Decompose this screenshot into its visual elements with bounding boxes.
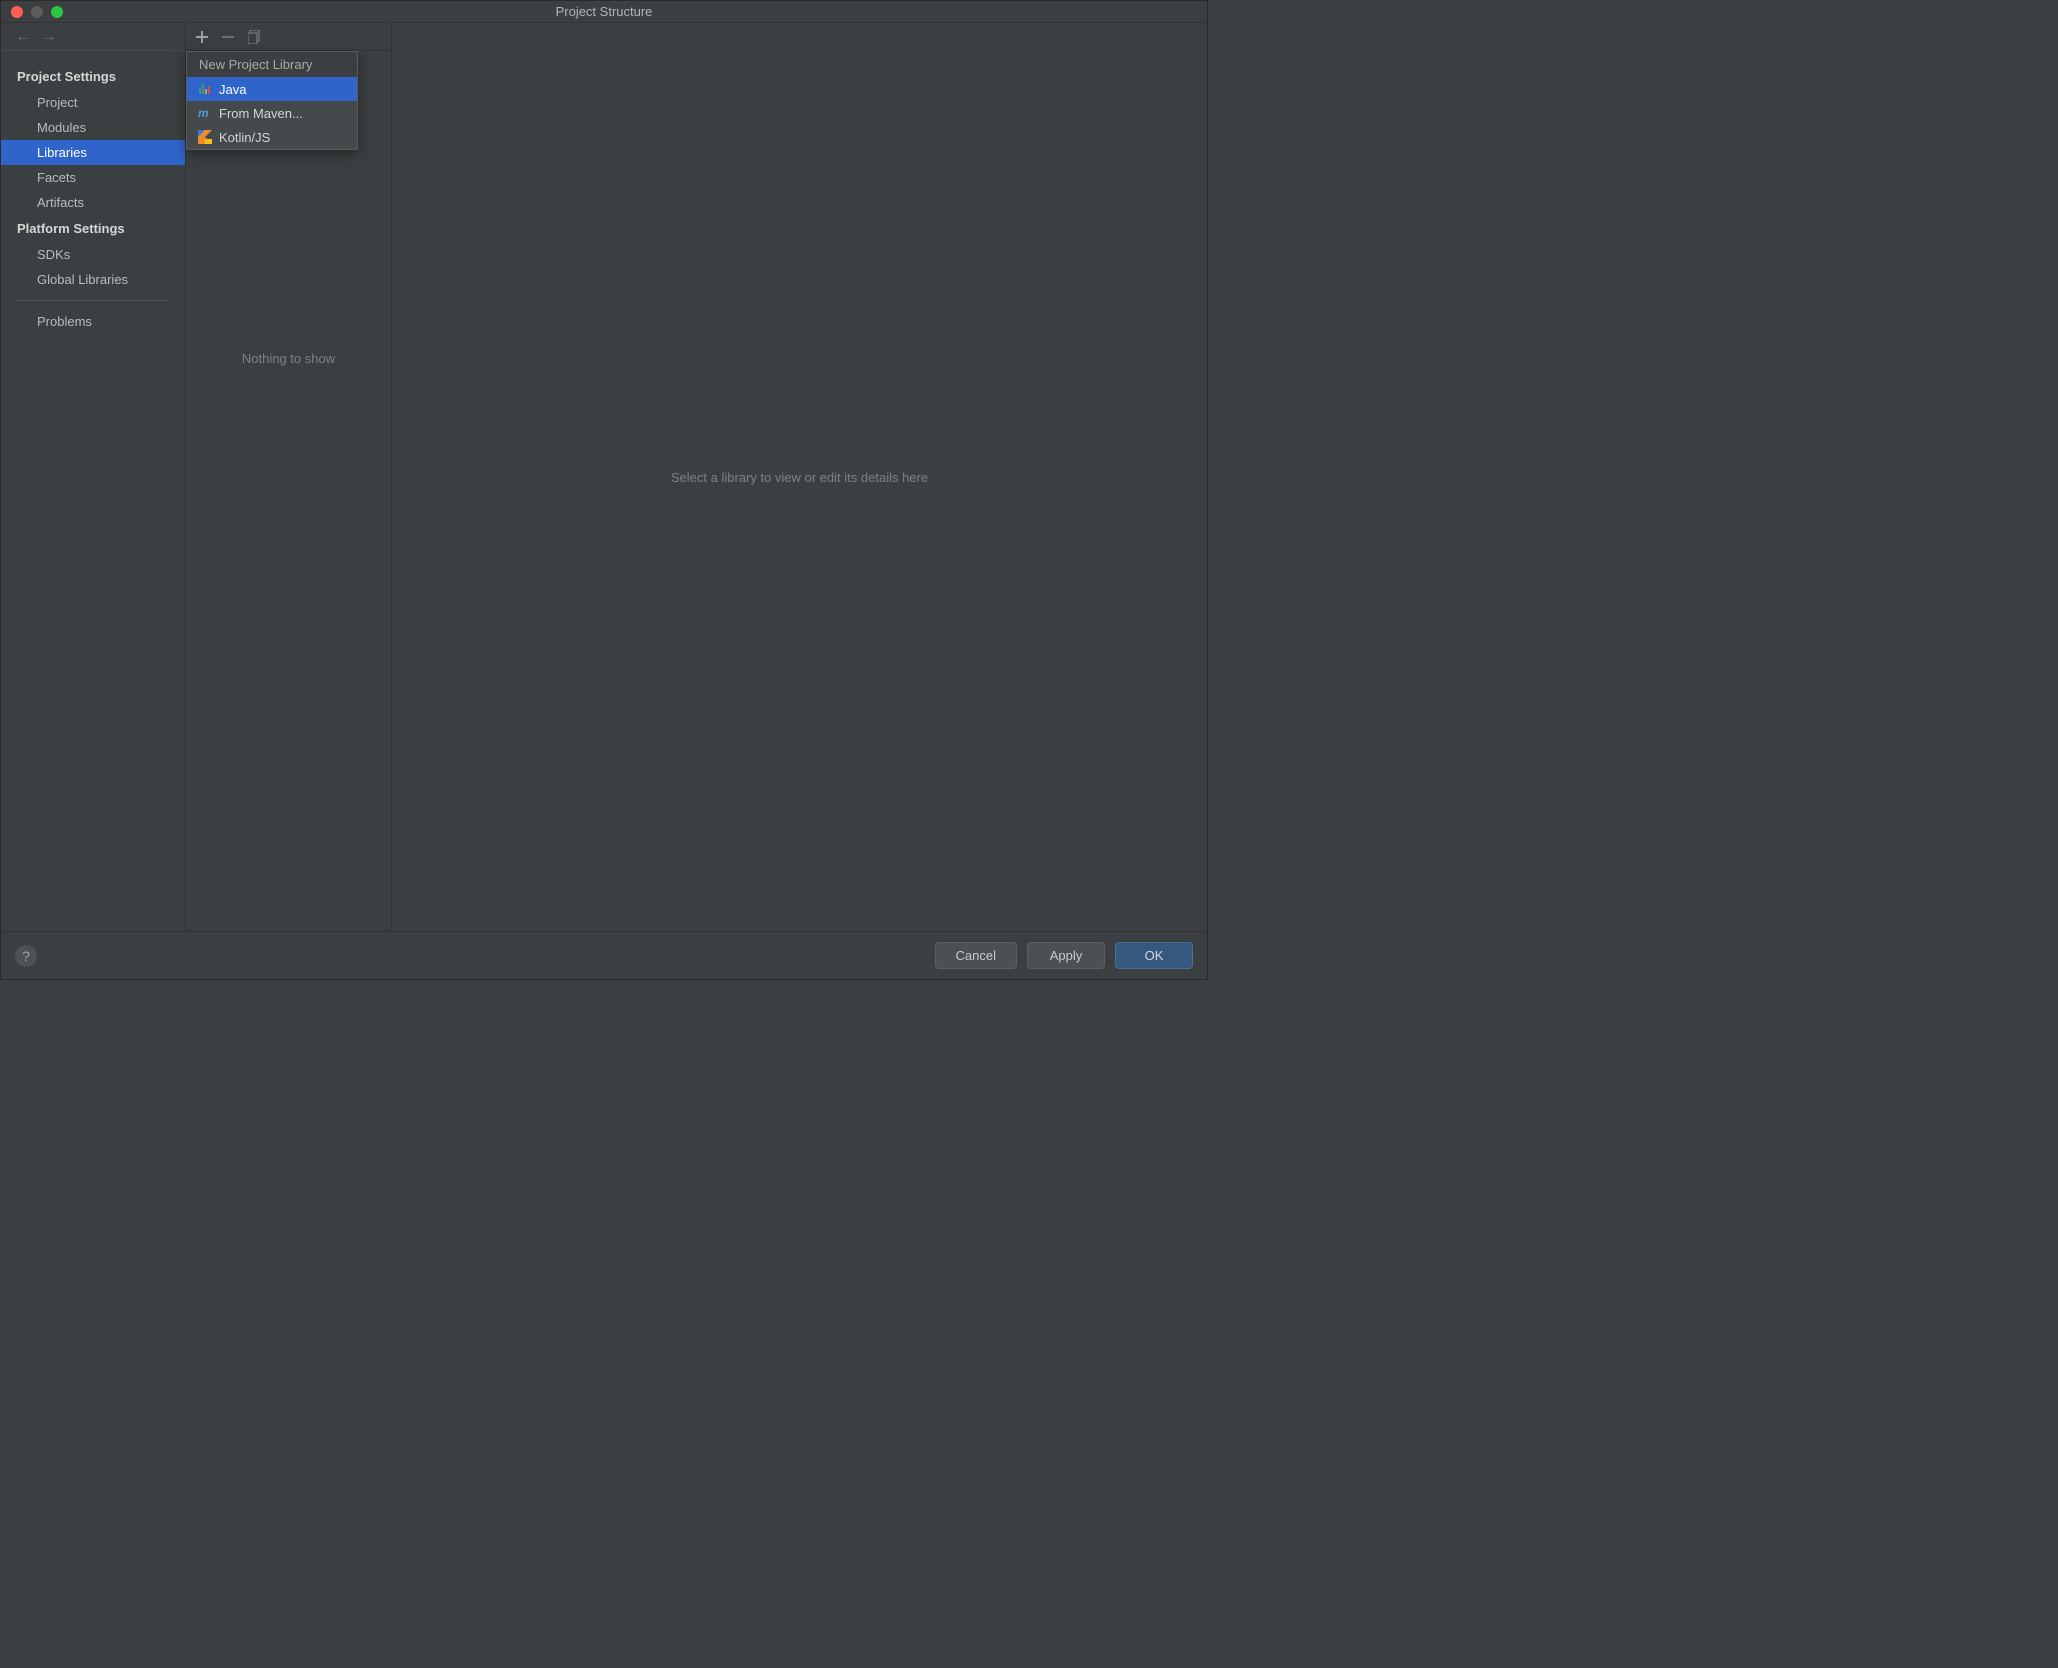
sidebar-item-global-libraries[interactable]: Global Libraries [1,267,185,292]
nav-arrows: ← → [1,23,185,51]
popup-item-label: From Maven... [219,106,303,121]
minimize-window-button[interactable] [31,6,43,18]
sidebar-item-libraries[interactable]: Libraries [1,140,185,165]
libraries-list-panel: New Project Library Java [186,23,392,931]
titlebar: Project Structure [1,1,1207,23]
sidebar-item-facets[interactable]: Facets [1,165,185,190]
sidebar: ← → Project Settings Project Modules Lib… [1,23,186,931]
project-structure-window: Project Structure ← → Project Settings P… [0,0,1208,980]
cancel-button[interactable]: Cancel [935,942,1017,969]
maven-icon: m [197,105,213,121]
java-library-icon [197,81,213,97]
remove-library-icon[interactable] [222,31,234,43]
sidebar-content: Project Settings Project Modules Librari… [1,51,185,334]
details-placeholder: Select a library to view or edit its det… [671,470,928,485]
kotlin-icon [197,129,213,145]
sidebar-item-problems[interactable]: Problems [1,309,185,334]
nav-back-icon[interactable]: ← [15,28,31,46]
new-library-popup: New Project Library Java [186,51,358,150]
footer-buttons: Cancel Apply OK [935,942,1193,969]
section-platform-settings-header: Platform Settings [1,215,185,242]
sidebar-item-artifacts[interactable]: Artifacts [1,190,185,215]
sidebar-divider [17,300,169,301]
body: ← → Project Settings Project Modules Lib… [1,23,1207,931]
libraries-toolbar [186,23,391,51]
sidebar-item-sdks[interactable]: SDKs [1,242,185,267]
nav-forward-icon[interactable]: → [41,28,57,46]
maximize-window-button[interactable] [51,6,63,18]
library-details-panel: Select a library to view or edit its det… [392,23,1207,931]
add-library-icon[interactable] [196,31,208,43]
popup-item-label: Java [219,82,246,97]
sidebar-item-modules[interactable]: Modules [1,115,185,140]
traffic-lights [1,6,63,18]
help-icon[interactable]: ? [15,945,37,967]
window-title: Project Structure [556,4,653,19]
popup-item-kotlinjs[interactable]: Kotlin/JS [187,125,357,149]
svg-text:m: m [198,106,209,120]
popup-item-java[interactable]: Java [187,77,357,101]
copy-library-icon[interactable] [248,30,262,44]
footer: ? Cancel Apply OK [1,931,1207,979]
close-window-button[interactable] [11,6,23,18]
libraries-empty-text: Nothing to show [186,351,391,366]
popup-item-maven[interactable]: m From Maven... [187,101,357,125]
apply-button[interactable]: Apply [1027,942,1105,969]
sidebar-item-project[interactable]: Project [1,90,185,115]
popup-item-label: Kotlin/JS [219,130,270,145]
section-project-settings-header: Project Settings [1,63,185,90]
ok-button[interactable]: OK [1115,942,1193,969]
popup-header: New Project Library [187,52,357,77]
